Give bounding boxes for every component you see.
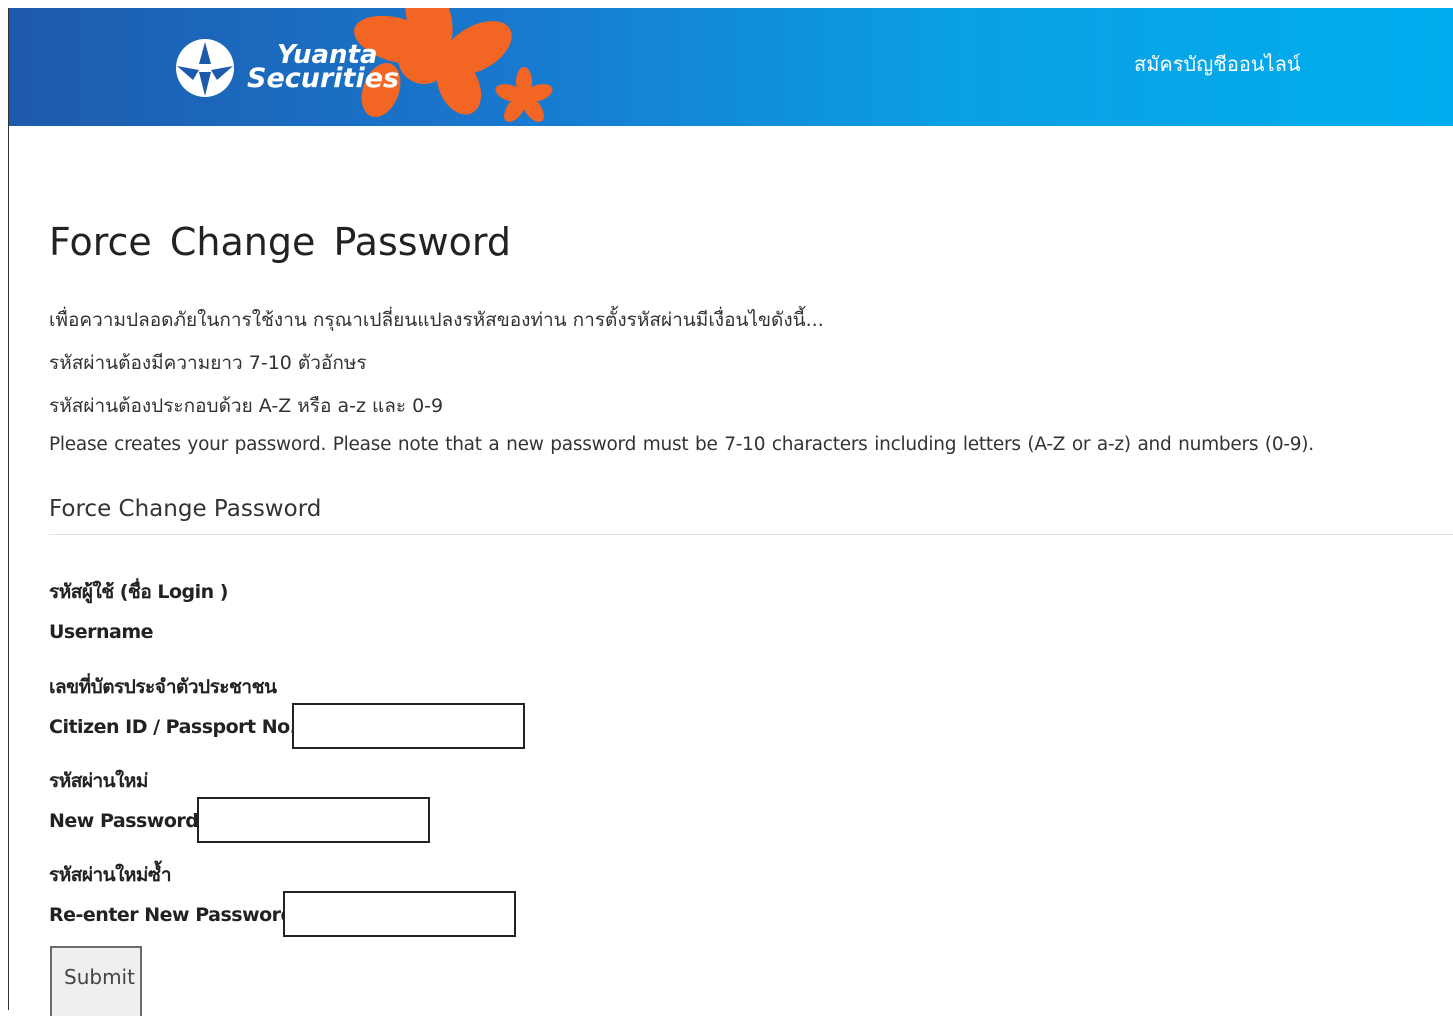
reenter-password-input[interactable] <box>283 891 516 937</box>
new-password-label-th: รหัสผ่านใหม่ <box>49 770 148 792</box>
rule-english: Please creates your password. Please not… <box>49 434 1314 455</box>
yuanta-emblem-icon <box>176 39 234 97</box>
reenter-password-label-th: รหัสผ่านใหม่ซ้ำ <box>49 864 172 886</box>
rule-intro: เพื่อความปลอดภัยในการใช้งาน กรุณาเปลี่ยน… <box>49 309 824 331</box>
brand-line2: Securities <box>247 63 400 95</box>
password-rules: เพื่อความปลอดภัยในการใช้งาน กรุณาเปลี่ยน… <box>49 305 1314 477</box>
site-header: Yuanta Securities สมัครบัญชีออนไลน์ <box>9 8 1453 126</box>
rule-characters: รหัสผ่านต้องประกอบด้วย A-Z หรือ a-z และ … <box>49 395 444 417</box>
new-password-label-en: New Password <box>49 810 199 832</box>
section-divider <box>49 534 1453 535</box>
register-online-link[interactable]: สมัครบัญชีออนไลน์ <box>1134 48 1301 80</box>
username-label-en: Username <box>49 621 154 643</box>
yuanta-logo: Yuanta Securities <box>159 8 559 126</box>
page-title: Force Change Password <box>49 220 511 264</box>
new-password-input[interactable] <box>197 797 430 843</box>
username-label-th: รหัสผู้ใช้ (ชื่อ Login ) <box>49 581 228 603</box>
form-section-title: Force Change Password <box>49 496 322 522</box>
citizen-id-label-en: Citizen ID / Passport No. <box>49 716 297 738</box>
submit-button[interactable]: Submit <box>50 946 142 1016</box>
citizen-id-label-th: เลขที่บัตรประจำตัวประชาชน <box>49 676 277 698</box>
citizen-id-input[interactable] <box>292 703 525 749</box>
rule-length: รหัสผ่านต้องมีความยาว 7-10 ตัวอักษร <box>49 352 367 374</box>
brand-wordmark: Yuanta Securities <box>247 42 400 95</box>
reenter-password-label-en: Re-enter New Password <box>49 904 294 926</box>
page-left-border <box>8 8 9 1010</box>
